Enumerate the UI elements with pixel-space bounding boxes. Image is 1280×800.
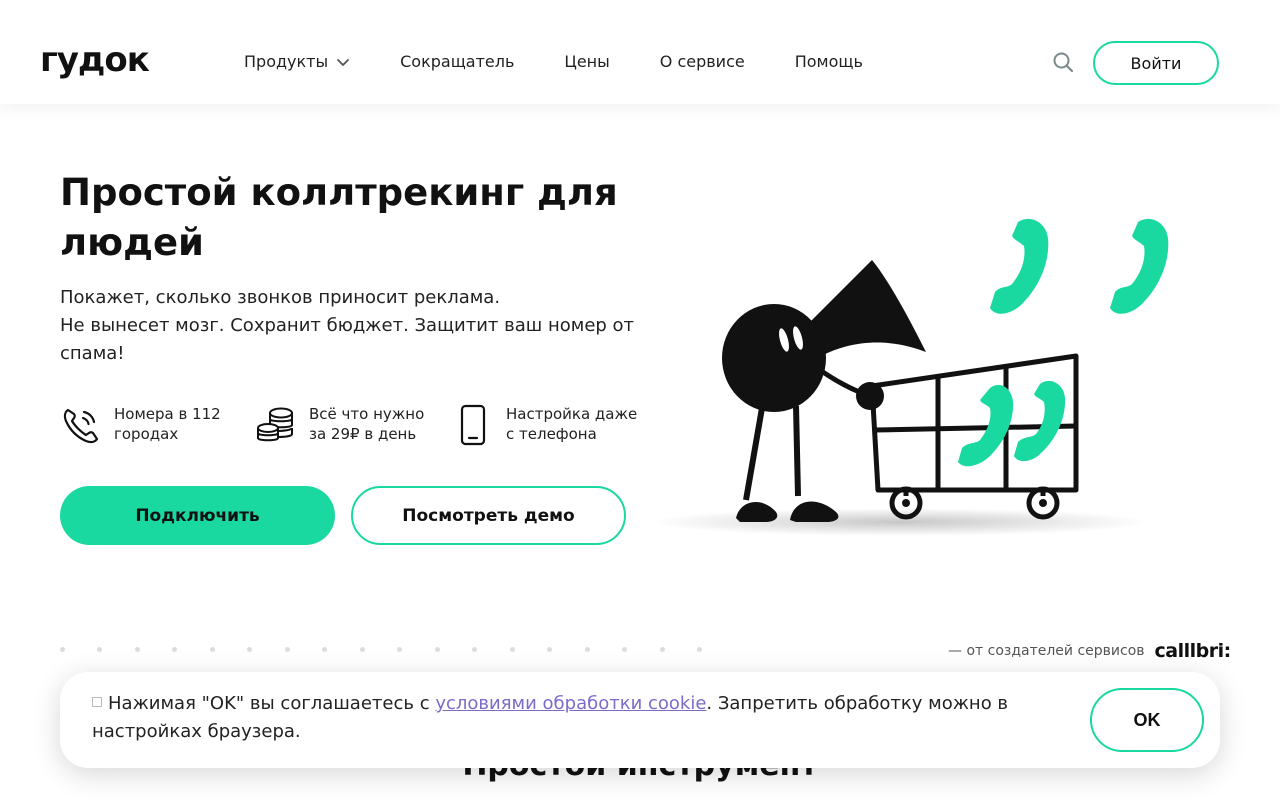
feature-text: Номера в 112 городах [114,405,221,443]
feature-numbers: Номера в 112 городах [60,404,240,446]
cookie-ok-button[interactable]: OK [1090,688,1204,752]
creators-credit: — от создателей сервисов calllbri: [948,640,1231,662]
smartphone-icon [460,404,486,446]
nav-item-label: О сервисе [659,52,745,71]
nav-item-shortener[interactable]: Сокращатель [400,52,514,71]
cookie-banner: Нажимая "OK" вы соглашаетесь с условиями… [60,672,1220,768]
creators-text: — от создателей сервисов [948,643,1145,659]
decorative-dots [60,647,720,653]
login-button[interactable]: Войти [1093,41,1219,85]
checkbox-placeholder-icon [92,697,102,707]
nav-item-prices[interactable]: Цены [564,52,609,71]
character-head [722,304,826,412]
main-nav: Продукты Сокращатель Цены О сервисе Помо… [244,52,863,71]
nav-item-label: Помощь [794,52,863,71]
search-icon[interactable] [1052,51,1074,73]
nav-item-about[interactable]: О сервисе [660,52,745,71]
phone-call-icon [63,408,99,444]
nav-item-help[interactable]: Помощь [795,52,863,71]
hero-subtitle-line: Покажет, сколько звонков приносит реклам… [60,287,501,308]
nav-item-products[interactable]: Продукты [244,52,350,71]
hero-subtitle-line: Не вынесет мозг. Сохранит бюджет. Защити… [60,315,635,364]
ground-shadow [650,508,1150,536]
phone-handset-icon [990,218,1049,314]
logo[interactable]: гудок [40,40,150,80]
hero-illustration [650,218,1169,536]
hero-title: Простой коллтрекинг для людей [60,171,618,264]
feature-text: Настройка даже с телефона [506,405,638,443]
cookie-text-before: Нажимая "OK" вы соглашаетесь с [108,693,436,714]
feature-price: Всё что нужно за 29₽ в день [255,404,445,446]
cookie-text: Нажимая "OK" вы соглашаетесь с условиями… [92,690,1042,746]
site-header: гудок Продукты Сокращатель Цены О сервис… [0,0,1280,104]
demo-button[interactable]: Посмотреть демо [351,486,626,545]
nav-item-label: Продукты [244,52,329,71]
chevron-down-icon [337,58,350,66]
hero-subtitle: Покажет, сколько звонков приносит реклам… [60,284,660,368]
coins-icon [257,407,293,442]
feature-text: Всё что нужно за 29₽ в день [309,405,425,443]
cookie-policy-link[interactable]: условиями обработки cookie [435,693,706,714]
nav-item-label: Сокращатель [400,52,515,71]
connect-button[interactable]: Подключить [60,486,335,545]
callibri-logo[interactable]: calllbri: [1155,640,1232,662]
feature-mobile: Настройка даже с телефона [452,404,642,446]
phone-handset-icon [1110,218,1169,314]
nav-item-label: Цены [564,52,610,71]
phone-handset-icon [958,380,1066,467]
